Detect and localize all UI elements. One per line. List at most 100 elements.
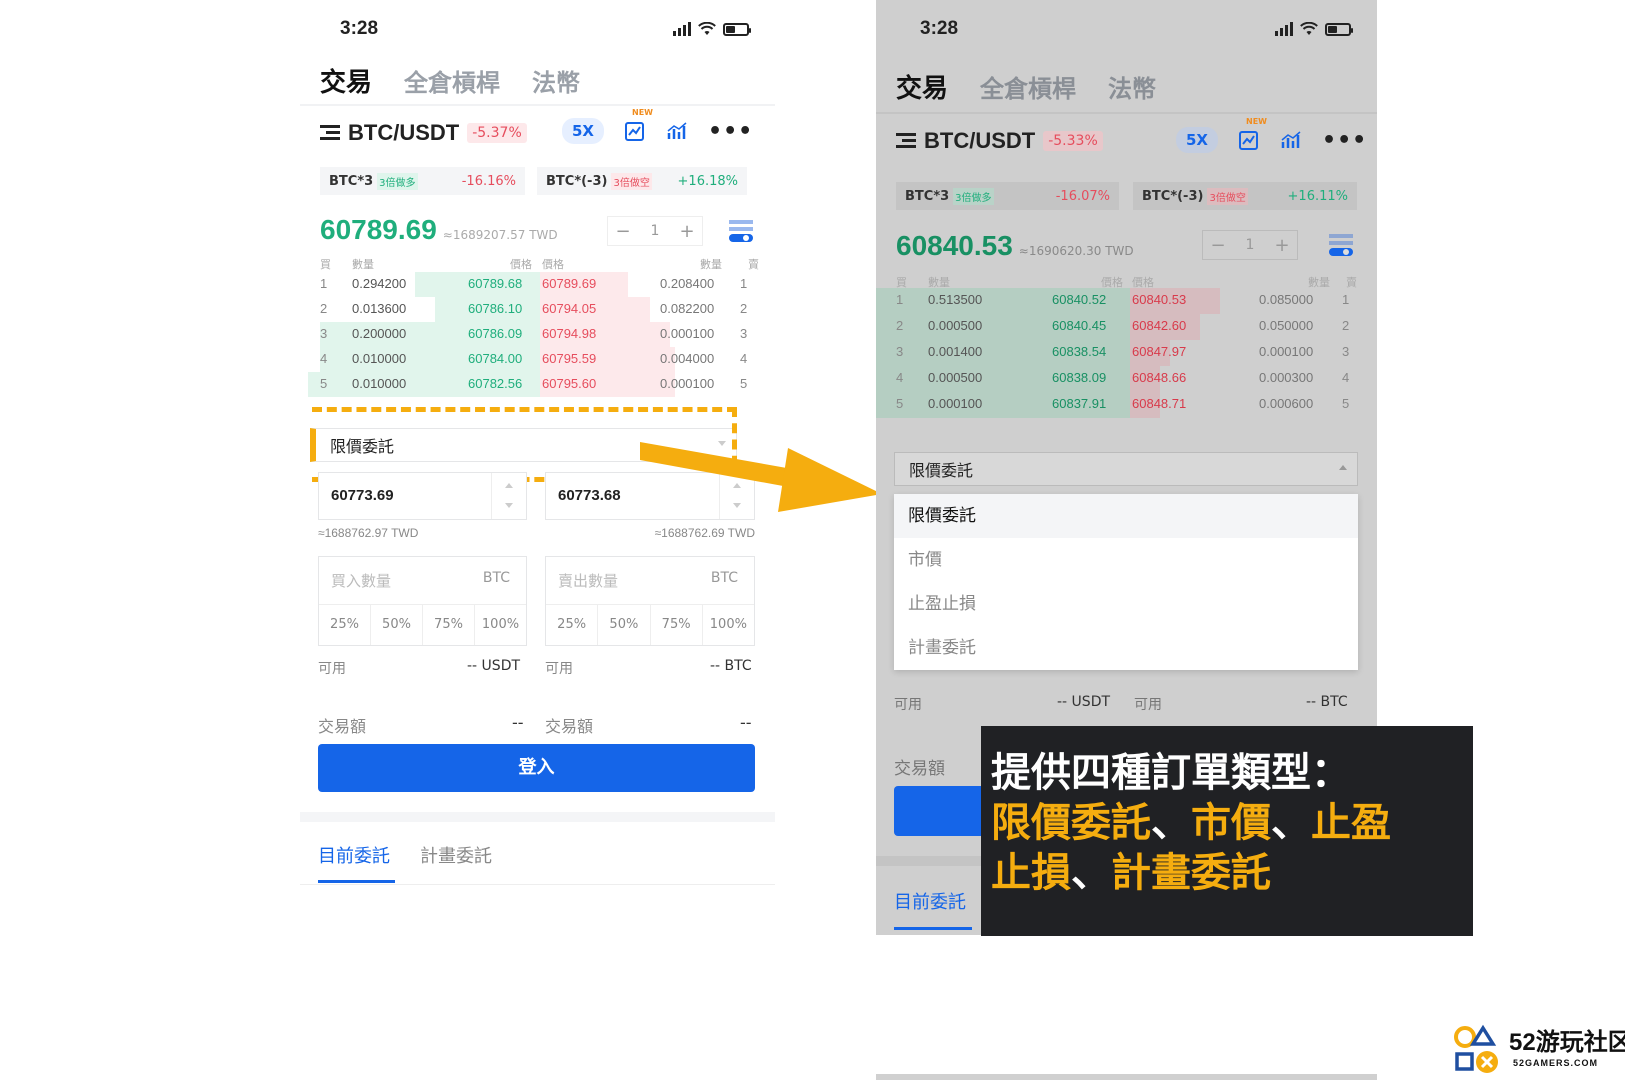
pct-100[interactable]: 100% — [474, 605, 526, 645]
sell-qty-input[interactable]: 賣出數量 BTC 25% 50% 75% 100% — [545, 556, 755, 646]
tab-current-orders[interactable]: 目前委託 — [318, 842, 390, 868]
orderbook-row[interactable]: 1 0.513500 60840.52 60840.53 0.085000 1 — [876, 288, 1357, 314]
pct-25[interactable]: 25% — [319, 605, 370, 645]
top-tabs: 交易 全倉槓桿 法幣 — [320, 62, 580, 99]
orderbook-row[interactable]: 2 0.000500 60840.45 60842.60 0.050000 2 — [876, 314, 1357, 340]
plus-button[interactable]: + — [1267, 235, 1297, 256]
header-price: 價格 — [510, 258, 532, 271]
callout-sep: 、 — [1271, 800, 1311, 846]
order-type-select[interactable]: 限價委託 — [894, 452, 1358, 486]
ask-qty: 0.050000 — [1259, 318, 1314, 333]
last-price-twd: ≈1689207.57 TWD — [442, 228, 558, 242]
brand-site: 52GAMERS.COM — [1513, 1058, 1599, 1068]
row-index: 2 — [896, 318, 904, 333]
tab-plan-orders[interactable]: 計畫委託 — [420, 842, 492, 868]
layout-toggle-icon[interactable] — [728, 218, 754, 244]
row-index: 3 — [1342, 344, 1350, 359]
unit-label: BTC — [482, 570, 510, 586]
callout-sep: 、 — [1071, 850, 1111, 896]
orderbook-row[interactable]: 1 0.294200 60789.68 60789.69 0.208400 1 — [320, 272, 755, 297]
plus-button[interactable]: + — [672, 221, 702, 242]
ask-qty: 0.000100 — [660, 376, 715, 391]
last-price-twd: ≈1690620.30 TWD — [1018, 244, 1134, 258]
bid-price: 60782.56 — [468, 376, 523, 391]
minus-button[interactable]: − — [1203, 235, 1233, 256]
buy-price-input[interactable]: 60773.69 — [318, 472, 527, 520]
toolbar: 5X NEW ••• — [1176, 117, 1367, 153]
orderbook-row[interactable]: 3 0.200000 60786.09 60794.98 0.000100 3 — [320, 322, 755, 347]
pct-75[interactable]: 75% — [649, 605, 702, 645]
kline-chart-icon[interactable] — [666, 120, 688, 142]
login-button[interactable]: 登入 — [318, 744, 755, 792]
row-index: 5 — [320, 376, 328, 391]
orderbook-row[interactable]: 3 0.001400 60838.54 60847.97 0.000100 3 — [876, 340, 1357, 366]
tab-fiat[interactable]: 法幣 — [1108, 69, 1156, 104]
menu-icon[interactable] — [896, 133, 916, 149]
sell-qty-placeholder: 賣出數量 — [558, 572, 619, 590]
tab-margin[interactable]: 全倉槓桿 — [404, 63, 500, 98]
option-limit[interactable]: 限價委託 — [894, 494, 1358, 538]
option-plan[interactable]: 計畫委託 — [894, 626, 1358, 670]
bid-price: 60837.91 — [1052, 396, 1107, 411]
pair-selector[interactable]: BTC/USDT -5.37% — [320, 120, 527, 146]
pct-100[interactable]: 100% — [701, 605, 754, 645]
orders-chart-icon[interactable]: NEW — [1238, 117, 1267, 151]
token-change: -16.07% — [1055, 188, 1110, 204]
orderbook-row[interactable]: 2 0.013600 60786.10 60794.05 0.082200 2 — [320, 297, 755, 322]
menu-icon[interactable] — [320, 125, 340, 141]
leveraged-tokens: BTC*3 3倍做多 -16.16% BTC*(-3) 3倍做空 +16.18% — [320, 167, 747, 195]
bid-price: 60789.68 — [468, 276, 523, 291]
tab-trade[interactable]: 交易 — [320, 62, 372, 99]
pct-50[interactable]: 50% — [370, 605, 422, 645]
pair-selector[interactable]: BTC/USDT -5.33% — [896, 128, 1103, 154]
tab-trade[interactable]: 交易 — [896, 68, 948, 105]
pair-change: -5.33% — [1043, 131, 1103, 151]
token-short[interactable]: BTC*(-3) 3倍做空 +16.11% — [1133, 182, 1357, 210]
more-icon[interactable]: ••• — [1322, 128, 1367, 153]
token-short[interactable]: BTC*(-3) 3倍做空 +16.18% — [537, 167, 747, 195]
tab-fiat[interactable]: 法幣 — [532, 63, 580, 98]
orderbook-row[interactable]: 4 0.010000 60784.00 60795.59 0.004000 4 — [320, 347, 755, 372]
tab-current-orders[interactable]: 目前委託 — [894, 888, 966, 914]
buy-qty-input[interactable]: 買入數量 BTC 25% 50% 75% 100% — [318, 556, 527, 646]
bid-qty: 0.000500 — [928, 370, 983, 385]
orderbook-row[interactable]: 5 0.010000 60782.56 60795.60 0.000100 5 — [308, 372, 755, 397]
bid-price: 60784.00 — [468, 351, 523, 366]
header-qty2: 數量 — [700, 258, 722, 271]
leverage-button[interactable]: 5X — [1176, 127, 1219, 153]
row-index: 3 — [896, 344, 904, 359]
orderbook-row[interactable]: 5 0.000100 60837.91 60848.71 0.000600 5 — [876, 392, 1357, 418]
callout-text: 止損 — [991, 850, 1071, 896]
layout-toggle-icon[interactable] — [1328, 232, 1354, 258]
kline-chart-icon[interactable] — [1280, 129, 1302, 151]
login-button[interactable] — [894, 786, 994, 836]
orderbook-row[interactable]: 4 0.000500 60838.09 60848.66 0.000300 4 — [876, 366, 1357, 392]
pct-50[interactable]: 50% — [597, 605, 649, 645]
next-screen-edge — [876, 1074, 1377, 1080]
minus-button[interactable]: − — [608, 221, 638, 242]
orders-chart-icon[interactable]: NEW — [624, 108, 653, 142]
gamepad-symbols-icon — [1454, 1024, 1498, 1073]
buy-price-value: 60773.69 — [331, 487, 394, 504]
row-index: 5 — [896, 396, 904, 411]
brand-logo: 52游玩社区 52GAMERS.COM — [1453, 1022, 1625, 1078]
leverage-button[interactable]: 5X — [562, 118, 605, 144]
token-long[interactable]: BTC*3 3倍做多 -16.16% — [320, 167, 525, 195]
pct-75[interactable]: 75% — [422, 605, 474, 645]
option-stop[interactable]: 止盈止損 — [894, 582, 1358, 626]
available-label: 可用 — [318, 661, 346, 677]
ask-price: 60840.53 — [1132, 292, 1187, 307]
option-market[interactable]: 市價 — [894, 538, 1358, 582]
bottom-tabs: 目前委託 計畫委託 — [318, 842, 492, 868]
trade-amount-label: 交易額 — [894, 759, 945, 779]
tab-underline — [318, 880, 395, 883]
price-spinner[interactable] — [491, 473, 526, 519]
battery-icon — [1325, 22, 1353, 36]
wifi-icon — [1300, 22, 1318, 35]
token-long[interactable]: BTC*3 3倍做多 -16.07% — [896, 182, 1119, 210]
more-icon[interactable]: ••• — [708, 119, 753, 144]
pct-25[interactable]: 25% — [546, 605, 597, 645]
tab-margin[interactable]: 全倉槓桿 — [980, 69, 1076, 104]
new-badge: NEW — [1246, 117, 1267, 126]
sell-percent-row: 25% 50% 75% 100% — [546, 604, 754, 645]
